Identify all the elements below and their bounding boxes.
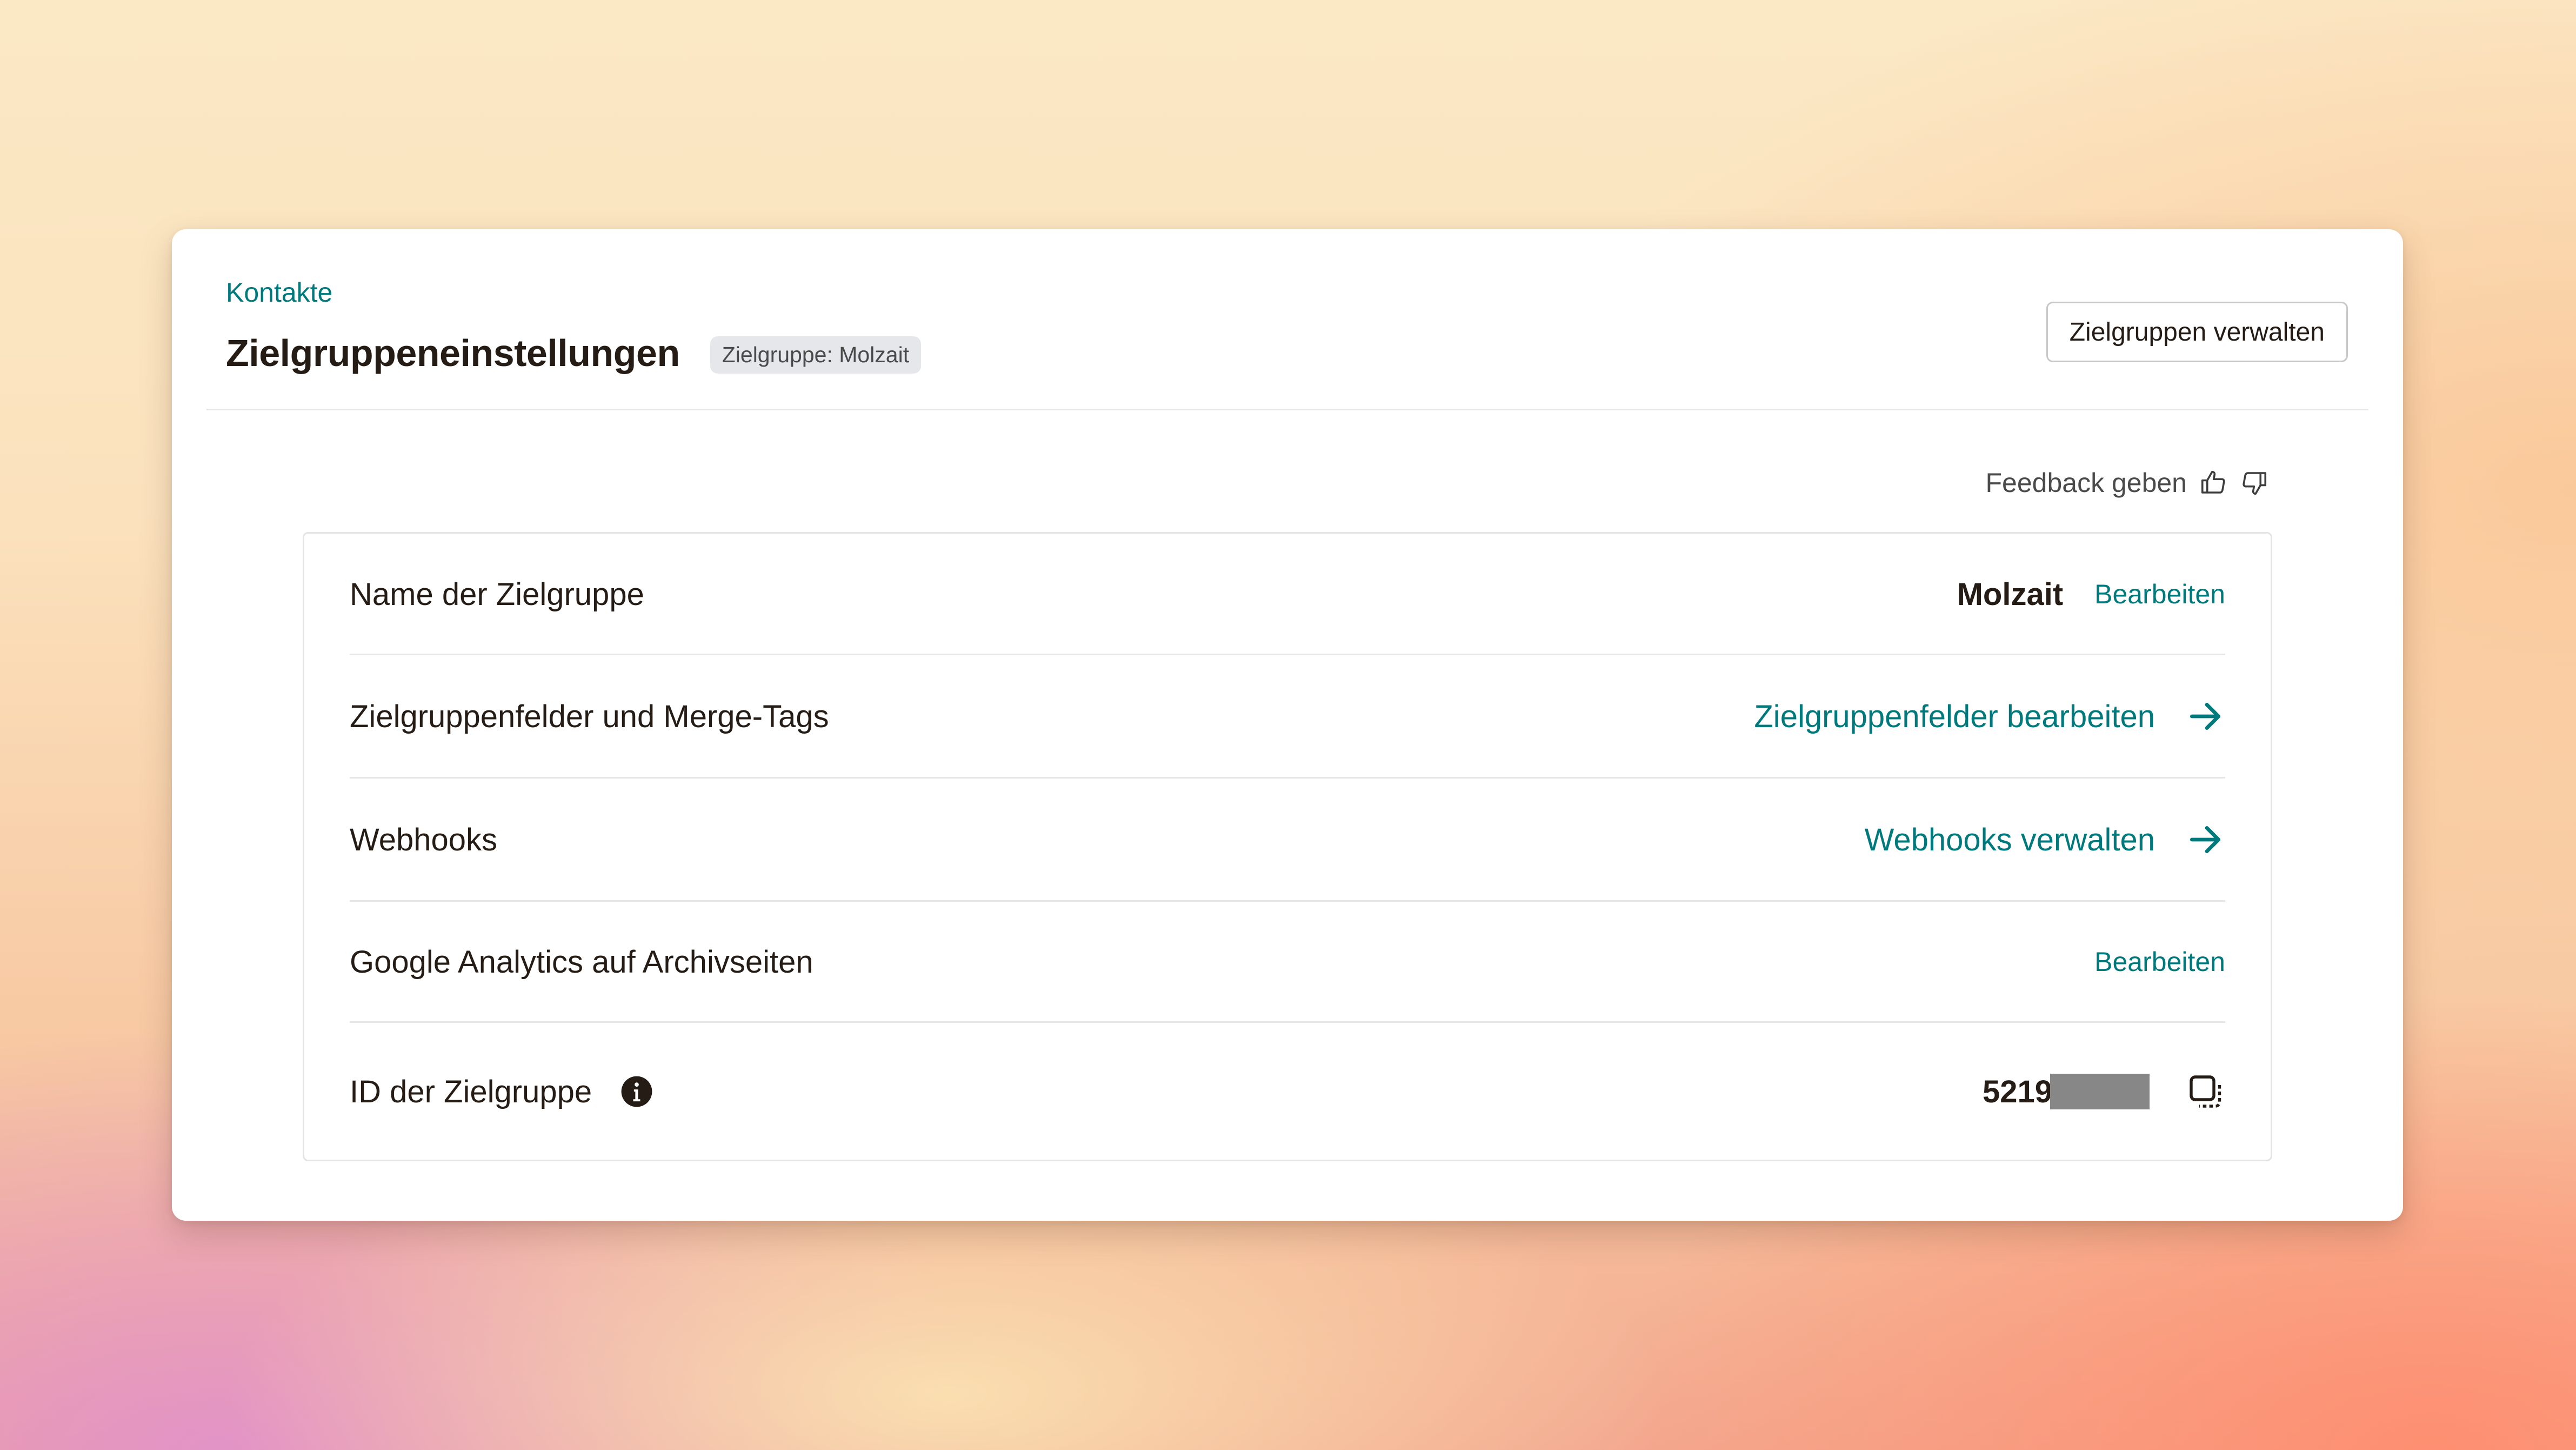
row-audience-name-right: Molzait Bearbeiten [1957, 576, 2225, 613]
thumbs-up-icon[interactable] [2199, 468, 2228, 497]
row-label-wrap: ID der Zielgruppe [350, 1074, 653, 1110]
row-webhooks[interactable]: Webhooks Webhooks verwalten [350, 817, 2225, 862]
row-audience-id: ID der Zielgruppe 5219 [350, 1069, 2225, 1114]
breadcrumb-kontakte[interactable]: Kontakte [226, 279, 332, 306]
title-row: Zielgruppeneinstellungen Zielgruppe: Mol… [226, 331, 922, 374]
row-label: Zielgruppenfelder und Merge-Tags [350, 699, 829, 734]
manage-audiences-button[interactable]: Zielgruppen verwalten [2046, 302, 2348, 362]
row-label: Name der Zielgruppe [350, 576, 644, 612]
row-divider [350, 777, 2225, 779]
arrow-right-icon[interactable] [2185, 696, 2225, 736]
row-divider [350, 654, 2225, 655]
row-label: Google Analytics auf Archivseiten [350, 944, 813, 980]
row-audience-fields-right[interactable]: Zielgruppenfelder bearbeiten [1754, 696, 2225, 736]
settings-panel: Name der Zielgruppe Molzait Bearbeiten Z… [303, 532, 2272, 1161]
edit-google-analytics-link[interactable]: Bearbeiten [2094, 946, 2225, 977]
feedback-bar: Feedback geben [1985, 467, 2269, 498]
header-divider [206, 409, 2368, 410]
row-divider [350, 900, 2225, 902]
arrow-right-icon[interactable] [2185, 820, 2225, 860]
row-audience-id-right: 5219 [1983, 1072, 2225, 1111]
row-divider [350, 1021, 2225, 1023]
audience-name-value: Molzait [1957, 576, 2064, 612]
manage-webhooks-link[interactable]: Webhooks verwalten [1865, 822, 2155, 858]
row-google-analytics-right: Bearbeiten [2094, 946, 2225, 977]
row-google-analytics: Google Analytics auf Archivseiten Bearbe… [350, 939, 2225, 985]
edit-audience-fields-link[interactable]: Zielgruppenfelder bearbeiten [1754, 699, 2155, 735]
thumbs-down-icon[interactable] [2240, 468, 2269, 497]
audience-id-value: 5219 [1982, 1074, 2052, 1109]
audience-badge: Zielgruppe: Molzait [710, 336, 922, 374]
row-webhooks-right[interactable]: Webhooks verwalten [1865, 820, 2225, 860]
audience-id-redaction [2050, 1074, 2150, 1109]
copy-icon[interactable] [2186, 1072, 2225, 1111]
edit-audience-name-link[interactable]: Bearbeiten [2094, 578, 2225, 610]
settings-card: Kontakte Zielgruppeneinstellungen Zielgr… [172, 229, 2403, 1221]
info-icon[interactable] [620, 1075, 653, 1108]
page-title: Zielgruppeneinstellungen [226, 331, 680, 374]
row-label: Webhooks [350, 822, 497, 857]
feedback-label: Feedback geben [1985, 468, 2187, 498]
row-audience-name: Name der Zielgruppe Molzait Bearbeiten [350, 571, 2225, 617]
row-audience-fields[interactable]: Zielgruppenfelder und Merge-Tags Zielgru… [350, 694, 2225, 739]
audience-id-label: ID der Zielgruppe [350, 1074, 592, 1109]
